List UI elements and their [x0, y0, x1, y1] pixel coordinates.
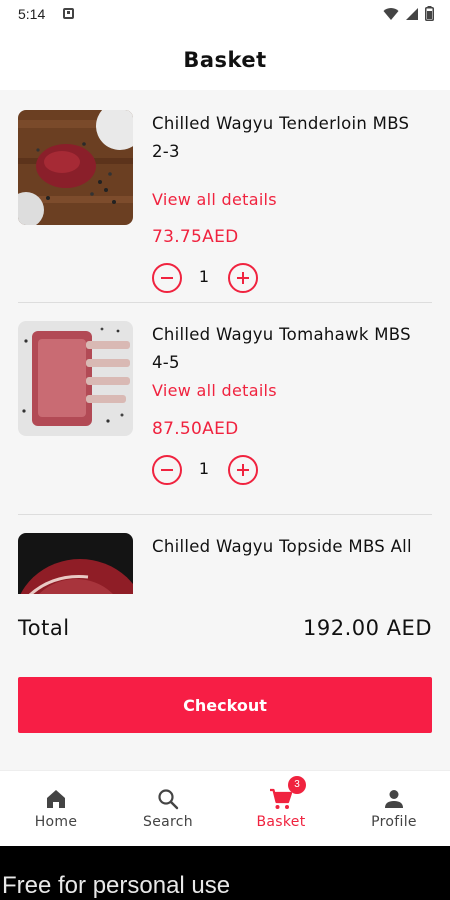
product-price: 87.50AED [152, 419, 239, 439]
battery-icon [425, 6, 434, 21]
wagyu-tomahawk-photo [18, 321, 133, 436]
wifi-icon [383, 7, 399, 20]
product-image[interactable] [18, 533, 133, 594]
bottom-navigation: Home Search 3 Basket Profile [0, 770, 450, 846]
status-icons [383, 6, 434, 21]
wagyu-tenderloin-photo [18, 110, 133, 225]
quantity-stepper: 1 [152, 455, 262, 485]
total-value: 192.00 AED [303, 616, 432, 640]
checkout-button[interactable]: Checkout [18, 677, 432, 733]
product-image[interactable] [18, 321, 133, 436]
product-image[interactable] [18, 110, 133, 225]
nav-label: Basket [256, 814, 306, 830]
status-bar: 5:14 [0, 0, 450, 30]
decrease-quantity-button[interactable] [152, 455, 182, 485]
signal-icon [406, 7, 418, 20]
increase-quantity-button[interactable] [228, 455, 258, 485]
product-name: Chilled Wagyu Tenderloin MBS 2-3 [152, 114, 410, 161]
page-title: Basket [183, 48, 267, 72]
basket-list[interactable]: Chilled Wagyu Tenderloin MBS 2-3 View al… [0, 92, 450, 594]
cart-count-badge: 3 [288, 776, 306, 794]
total-label: Total [18, 616, 70, 640]
notification-icon [63, 8, 74, 19]
minus-icon [161, 469, 173, 471]
basket-item: Chilled Wagyu Tomahawk MBS 4-5 View all … [18, 321, 432, 521]
view-details-link[interactable]: View all details [152, 190, 277, 209]
decrease-quantity-button[interactable] [152, 263, 182, 293]
profile-icon [385, 790, 403, 808]
product-price: 73.75AED [152, 227, 239, 247]
nav-label: Profile [371, 814, 417, 830]
basket-total: Total 192.00 AED [18, 614, 432, 648]
quantity-value: 1 [198, 267, 210, 286]
divider [18, 302, 432, 303]
nav-item-search[interactable]: Search [112, 771, 224, 847]
status-time: 5:14 [18, 6, 46, 22]
quantity-stepper: 1 [152, 263, 262, 293]
product-name: Chilled Wagyu Tomahawk MBS 4-5 [152, 325, 411, 372]
quantity-value: 1 [198, 459, 210, 478]
nav-item-profile[interactable]: Profile [338, 771, 450, 847]
wagyu-topside-photo [18, 533, 133, 594]
divider [18, 514, 432, 515]
nav-label: Search [143, 814, 193, 830]
minus-icon [161, 277, 173, 279]
increase-quantity-button[interactable] [228, 263, 258, 293]
watermark-text: Free for personal use [2, 872, 231, 899]
nav-item-basket[interactable]: 3 Basket [225, 771, 337, 847]
basket-item: Chilled Wagyu Topside MBS All [18, 533, 432, 594]
nav-label: Home [34, 814, 78, 830]
basket-item: Chilled Wagyu Tenderloin MBS 2-3 View al… [18, 110, 432, 310]
product-name: Chilled Wagyu Topside MBS All [152, 537, 412, 556]
nav-item-home[interactable]: Home [0, 771, 112, 847]
home-icon [47, 790, 65, 808]
view-details-link[interactable]: View all details [152, 381, 277, 400]
watermark-banner: Free for personal use [0, 846, 450, 900]
search-icon [158, 789, 179, 810]
app-header: Basket [0, 30, 450, 90]
